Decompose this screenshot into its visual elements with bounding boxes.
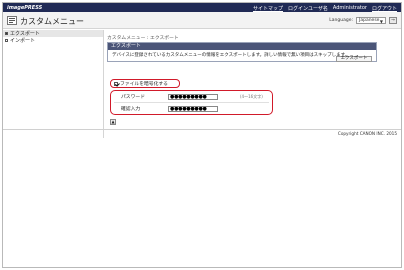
chevron-down-icon: ▼ [379, 18, 383, 24]
window-frame: imagePRESS サイトマップ ログインユーザ名 Administrator… [2, 2, 402, 268]
encrypt-checkbox[interactable] [114, 81, 118, 86]
encrypt-label: ファイルを暗号化する [120, 82, 168, 87]
sitemap-link[interactable]: サイトマップ [253, 5, 283, 12]
password-hint: (4〜16文字) [240, 94, 263, 99]
copyright-text: Copyright CANON INC. 2015 [337, 131, 397, 136]
top-bar: imagePRESS サイトマップ ログインユーザ名 Administrator… [3, 3, 401, 12]
page-title: カスタムメニュー [20, 16, 84, 26]
language-value: Japanese [359, 17, 380, 23]
encrypt-option[interactable]: ファイルを暗号化する [110, 79, 180, 88]
section-description: デバイスに登録されているカスタムメニューの情報をエクスポートします。詳しい情報で… [112, 53, 350, 58]
confirm-label: 確認入力 [121, 107, 141, 112]
brand-logo: imagePRESS [7, 4, 43, 11]
header-bar: カスタムメニュー Language: Japanese ▼ → [3, 12, 401, 29]
sidebar-item-label: エクスポート [10, 31, 40, 37]
export-section: エクスポート デバイスに登録されているカスタムメニューの情報をエクスポートします… [107, 42, 377, 62]
logout-link[interactable]: ログアウト [372, 5, 397, 12]
bullet-icon [5, 39, 8, 42]
language-selector: Language: Japanese ▼ → [329, 16, 397, 24]
confirm-row: 確認入力 [111, 104, 272, 113]
sidebar: エクスポート インポート [3, 30, 104, 138]
section-title: エクスポート [108, 43, 376, 50]
main-content: カスタムメニュー : エクスポート エクスポート デバイスに登録されているカスタ… [107, 30, 399, 138]
footer-divider [3, 129, 401, 130]
confirm-password-field[interactable] [168, 105, 218, 112]
sidebar-item-import[interactable]: インポート [3, 37, 103, 44]
password-group: パスワード (4〜16文字) 確認入力 [110, 90, 273, 115]
sidebar-item-label: インポート [10, 38, 36, 44]
language-label: Language: [329, 17, 353, 23]
custom-menu-icon [7, 16, 17, 25]
divider [114, 102, 269, 103]
language-go-button[interactable]: → [389, 16, 397, 24]
language-select[interactable]: Japanese ▼ [356, 16, 386, 24]
password-label: パスワード [121, 95, 145, 100]
password-row: パスワード (4〜16文字) [111, 92, 272, 101]
breadcrumb: カスタムメニュー : エクスポート [107, 36, 179, 41]
login-user-label: ログインユーザ名 [287, 5, 328, 12]
arrow-right-icon: → [391, 17, 395, 23]
sidebar-item-export[interactable]: エクスポート [3, 30, 103, 37]
export-button[interactable]: エクスポート [336, 56, 372, 62]
password-field[interactable] [168, 93, 218, 100]
bullet-icon [5, 32, 8, 35]
top-links: サイトマップ ログインユーザ名 Administrator ログアウト [253, 5, 397, 12]
login-user-name: Administrator [332, 4, 367, 11]
scroll-top-button[interactable]: ▲ [110, 119, 116, 125]
